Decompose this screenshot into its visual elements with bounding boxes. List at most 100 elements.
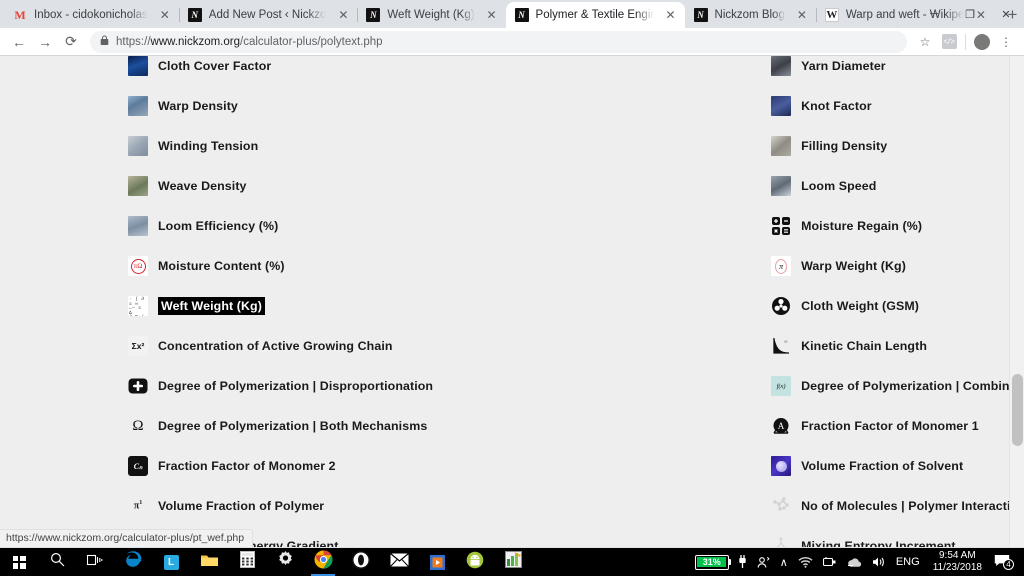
back-button[interactable]: ← <box>6 29 32 55</box>
list-item[interactable]: Loom Speed <box>433 166 1024 206</box>
list-item[interactable]: Cloth Cover Factor <box>128 56 433 86</box>
gmail-icon: M <box>14 8 26 22</box>
tab-label: Polymer & Textile Engin <box>535 9 654 21</box>
settings-button[interactable] <box>266 548 304 576</box>
list-item[interactable]: No of Molecules | Polymer Interaction <box>433 486 1024 526</box>
tab-close-icon[interactable]: ✕ <box>794 7 810 23</box>
pi-oval-icon: π <box>771 256 792 276</box>
tab-label: Add New Post ‹ Nickzo <box>208 9 327 21</box>
list-item[interactable]: Ω Degree of Polymerization | Both Mechan… <box>128 406 433 446</box>
excel-button[interactable] <box>494 548 532 576</box>
list-item[interactable]: Moisture Regain (%) <box>433 206 1024 246</box>
extension-icon[interactable]: </> <box>937 30 961 54</box>
list-item[interactable]: f(x) Degree of Polymerization | Combinat… <box>433 366 1024 406</box>
address-bar[interactable]: https://www.nickzom.org/calculator-plus/… <box>90 30 907 53</box>
list-item[interactable]: πΩ Moisture Content (%) <box>128 246 433 286</box>
profile-avatar[interactable] <box>970 30 994 54</box>
people-icon[interactable] <box>752 556 775 569</box>
code-extension-glyph: </> <box>941 34 957 49</box>
nickzom-icon: N <box>693 8 708 22</box>
calculator-button[interactable] <box>228 548 266 576</box>
nickzom-icon: N <box>187 8 202 22</box>
notification-icon[interactable]: 4 <box>990 554 1018 571</box>
cloth-cover-factor-thumbnail <box>128 56 148 76</box>
list-item-label: Volume Fraction of Solvent <box>801 459 964 473</box>
chrome-button[interactable] <box>304 548 342 576</box>
task-view-button[interactable] <box>76 548 114 576</box>
tab-close-icon[interactable]: ✕ <box>484 7 500 23</box>
maximize-button[interactable]: ❐ <box>952 0 988 28</box>
bookmark-star-icon[interactable]: ☆ <box>913 30 937 54</box>
android-icon <box>466 551 484 574</box>
list-item[interactable]: Knot Factor <box>433 86 1024 126</box>
tab-close-icon[interactable]: ✕ <box>335 7 351 23</box>
list-item[interactable]: Mixing Entropy Increment <box>433 526 1024 547</box>
page-scrollbar[interactable] <box>1009 56 1024 547</box>
list-item[interactable]: A Fraction Factor of Monomer 1 <box>433 406 1024 446</box>
folder-icon <box>200 552 219 573</box>
cn-black-icon: Cₙ <box>128 456 148 476</box>
molecule-icon <box>771 496 791 516</box>
android-studio-button[interactable] <box>456 548 494 576</box>
list-item[interactable]: Filling Density <box>433 126 1024 166</box>
list-item[interactable]: Weave Density <box>128 166 433 206</box>
search-button[interactable] <box>38 548 76 576</box>
tab-nickzom-blog[interactable]: N Nickzom Blog ✕ <box>685 2 816 28</box>
decay-curve-icon: ∞ <box>771 336 791 356</box>
tab-close-icon[interactable]: ✕ <box>157 7 173 23</box>
list-item[interactable]: Yarn Diameter <box>433 56 1024 86</box>
tab-weft-weight[interactable]: N Weft Weight (Kg) ✕ <box>357 2 505 28</box>
list-item[interactable]: Σx² Concentration of Active Growing Chai… <box>128 326 433 366</box>
play-orange-icon <box>429 554 445 570</box>
usb-icon[interactable] <box>818 556 842 568</box>
sigma-x-icon: Σx² <box>128 336 148 356</box>
opera-button[interactable] <box>342 548 380 576</box>
windows-taskbar: L 31% ∧ ENG 9:54 AM 11/23/2018 4 <box>0 548 1024 576</box>
speaker-icon[interactable] <box>867 556 891 568</box>
avatar-image <box>974 33 990 50</box>
list-item-label: Degree of Polymerization | Both Mechanis… <box>158 419 428 433</box>
list-item-label: Weave Density <box>158 179 247 193</box>
wifi-icon[interactable] <box>793 556 818 568</box>
list-item-label: Warp Weight (Kg) <box>801 259 906 273</box>
tab-close-icon[interactable]: ✕ <box>663 7 679 23</box>
lock-icon <box>100 35 109 48</box>
list-item[interactable]: π1 Volume Fraction of Polymer <box>128 486 433 526</box>
tab-add-new-post[interactable]: N Add New Post ‹ Nickzo ✕ <box>178 2 358 28</box>
list-item-weft-weight[interactable]: · ʃ ∂ ≡ ∞←— ≡ ∆∂ ∑ ∫ π ≈≡ ∂ ∞ ∫ Weft Wei… <box>128 286 433 326</box>
file-explorer-button[interactable] <box>190 548 228 576</box>
list-item[interactable]: Winding Tension <box>128 126 433 166</box>
reload-button[interactable]: ⟳ <box>58 29 84 55</box>
warp-density-thumbnail <box>128 96 148 116</box>
list-item[interactable]: Loom Efficiency (%) <box>128 206 433 246</box>
clock[interactable]: 9:54 AM 11/23/2018 <box>925 550 990 574</box>
list-item[interactable]: Cₙ Fraction Factor of Monomer 2 <box>128 446 433 486</box>
tab-polymer-textile[interactable]: N Polymer & Textile Engin ✕ <box>505 2 685 28</box>
list-item[interactable]: Degree of Polymerization | Disproportion… <box>128 366 433 406</box>
list-item-label: No of Molecules | Polymer Interaction <box>801 499 1024 513</box>
list-item[interactable]: π Warp Weight (Kg) <box>433 246 1024 286</box>
start-button[interactable] <box>0 548 38 576</box>
list-item-label: Cloth Cover Factor <box>158 59 272 73</box>
app-l-button[interactable]: L <box>152 548 190 576</box>
scrollbar-thumb[interactable] <box>1012 374 1023 446</box>
battery-indicator[interactable]: 31% <box>694 554 731 570</box>
windows-logo-icon <box>12 555 26 569</box>
browser-menu-button[interactable]: ⋮ <box>994 30 1018 54</box>
power-plug-icon[interactable] <box>733 555 752 569</box>
language-indicator[interactable]: ENG <box>891 556 925 568</box>
mail-button[interactable] <box>380 548 418 576</box>
tab-inbox[interactable]: M Inbox - cidokonicholas ✕ <box>4 2 179 28</box>
media-player-button[interactable] <box>418 548 456 576</box>
list-item[interactable]: Volume Fraction of Solvent <box>433 446 1024 486</box>
list-item[interactable]: ∞ Kinetic Chain Length <box>433 326 1024 366</box>
onedrive-icon[interactable] <box>842 557 867 568</box>
close-window-button[interactable]: ✕ <box>988 0 1024 28</box>
edge-button[interactable] <box>114 548 152 576</box>
list-item[interactable]: Warp Density <box>128 86 433 126</box>
forward-button[interactable]: → <box>32 29 58 55</box>
chevron-up-icon[interactable]: ∧ <box>775 556 793 569</box>
fx-icon: f(x) <box>771 376 792 396</box>
minimize-button[interactable]: ─ <box>916 0 952 28</box>
list-item[interactable]: Cloth Weight (GSM) <box>433 286 1024 326</box>
